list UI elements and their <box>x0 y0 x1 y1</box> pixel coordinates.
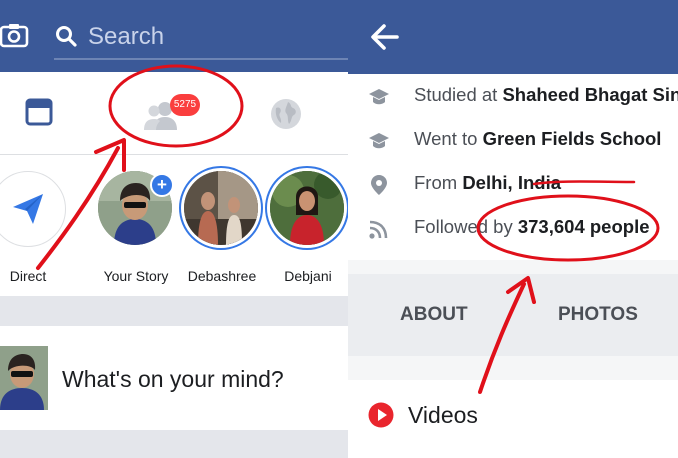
info-text: Followed by 373,604 people <box>414 216 650 237</box>
left-screenshot: 5275 Direct <box>0 0 348 458</box>
story-thumbnail <box>270 171 344 245</box>
paper-plane-icon <box>13 194 43 224</box>
story-your-story[interactable]: + Your Story <box>94 165 178 290</box>
story-debashree[interactable]: Debashree <box>180 165 264 290</box>
add-story-icon[interactable]: + <box>150 173 174 197</box>
globe-icon <box>271 99 301 129</box>
story-thumbnail <box>184 171 258 245</box>
direct-circle <box>0 171 66 247</box>
top-bar <box>0 0 348 72</box>
videos-section[interactable]: Videos <box>348 380 678 458</box>
stories-row: Direct + Your Story Debashree Debjani <box>0 155 348 295</box>
info-text: Went to Green Fields School <box>414 128 662 149</box>
location-pin-icon <box>371 175 387 195</box>
search-icon <box>56 26 77 47</box>
videos-label: Videos <box>408 402 478 428</box>
info-followers: Followed by 373,604 people <box>348 208 678 248</box>
info-text: Studied at Shaheed Bhagat Singh <box>414 84 678 105</box>
back-arrow-icon[interactable] <box>368 20 402 54</box>
info-hometown: From Delhi, India <box>348 164 678 204</box>
story-photo <box>184 171 258 245</box>
tab-news-feed[interactable] <box>0 72 80 154</box>
story-label: Direct <box>9 268 47 284</box>
story-debjani[interactable]: Debjani <box>266 165 348 290</box>
info-education-school: Went to Green Fields School <box>348 120 678 160</box>
search-bar[interactable] <box>54 18 348 60</box>
graduation-cap-icon <box>369 133 389 149</box>
composer-prompt[interactable]: What's on your mind? <box>62 366 284 393</box>
tab-notifications[interactable] <box>250 72 330 154</box>
section-divider <box>348 356 678 380</box>
tab-photos[interactable]: PHOTOS <box>558 304 638 326</box>
right-screenshot: Studied at Shaheed Bhagat Singh Went to … <box>348 0 678 458</box>
story-direct[interactable]: Direct <box>0 165 70 290</box>
rss-feed-icon <box>369 220 388 239</box>
story-label: Debjani <box>284 268 332 284</box>
news-feed-icon <box>25 98 53 126</box>
info-text: From Delhi, India <box>414 172 561 193</box>
search-underline <box>54 58 348 60</box>
story-photo <box>270 171 344 245</box>
search-input[interactable] <box>88 20 348 54</box>
camera-icon[interactable] <box>0 22 30 48</box>
info-education-college: Studied at Shaheed Bhagat Singh <box>348 76 678 116</box>
avatar <box>0 346 48 410</box>
user-photo <box>0 346 48 410</box>
section-divider <box>0 296 348 326</box>
profile-tabs: ABOUT PHOTOS <box>348 274 678 356</box>
section-divider <box>0 430 348 458</box>
nav-tabs: 5275 <box>0 72 348 155</box>
section-divider <box>348 260 678 274</box>
tab-about[interactable]: ABOUT <box>400 304 468 326</box>
tab-friend-requests[interactable]: 5275 <box>110 72 220 154</box>
play-circle-icon <box>368 402 394 428</box>
friend-request-badge: 5275 <box>170 94 200 116</box>
graduation-cap-icon <box>369 89 389 105</box>
status-composer[interactable]: What's on your mind? <box>0 326 348 430</box>
profile-top-bar <box>348 0 678 74</box>
